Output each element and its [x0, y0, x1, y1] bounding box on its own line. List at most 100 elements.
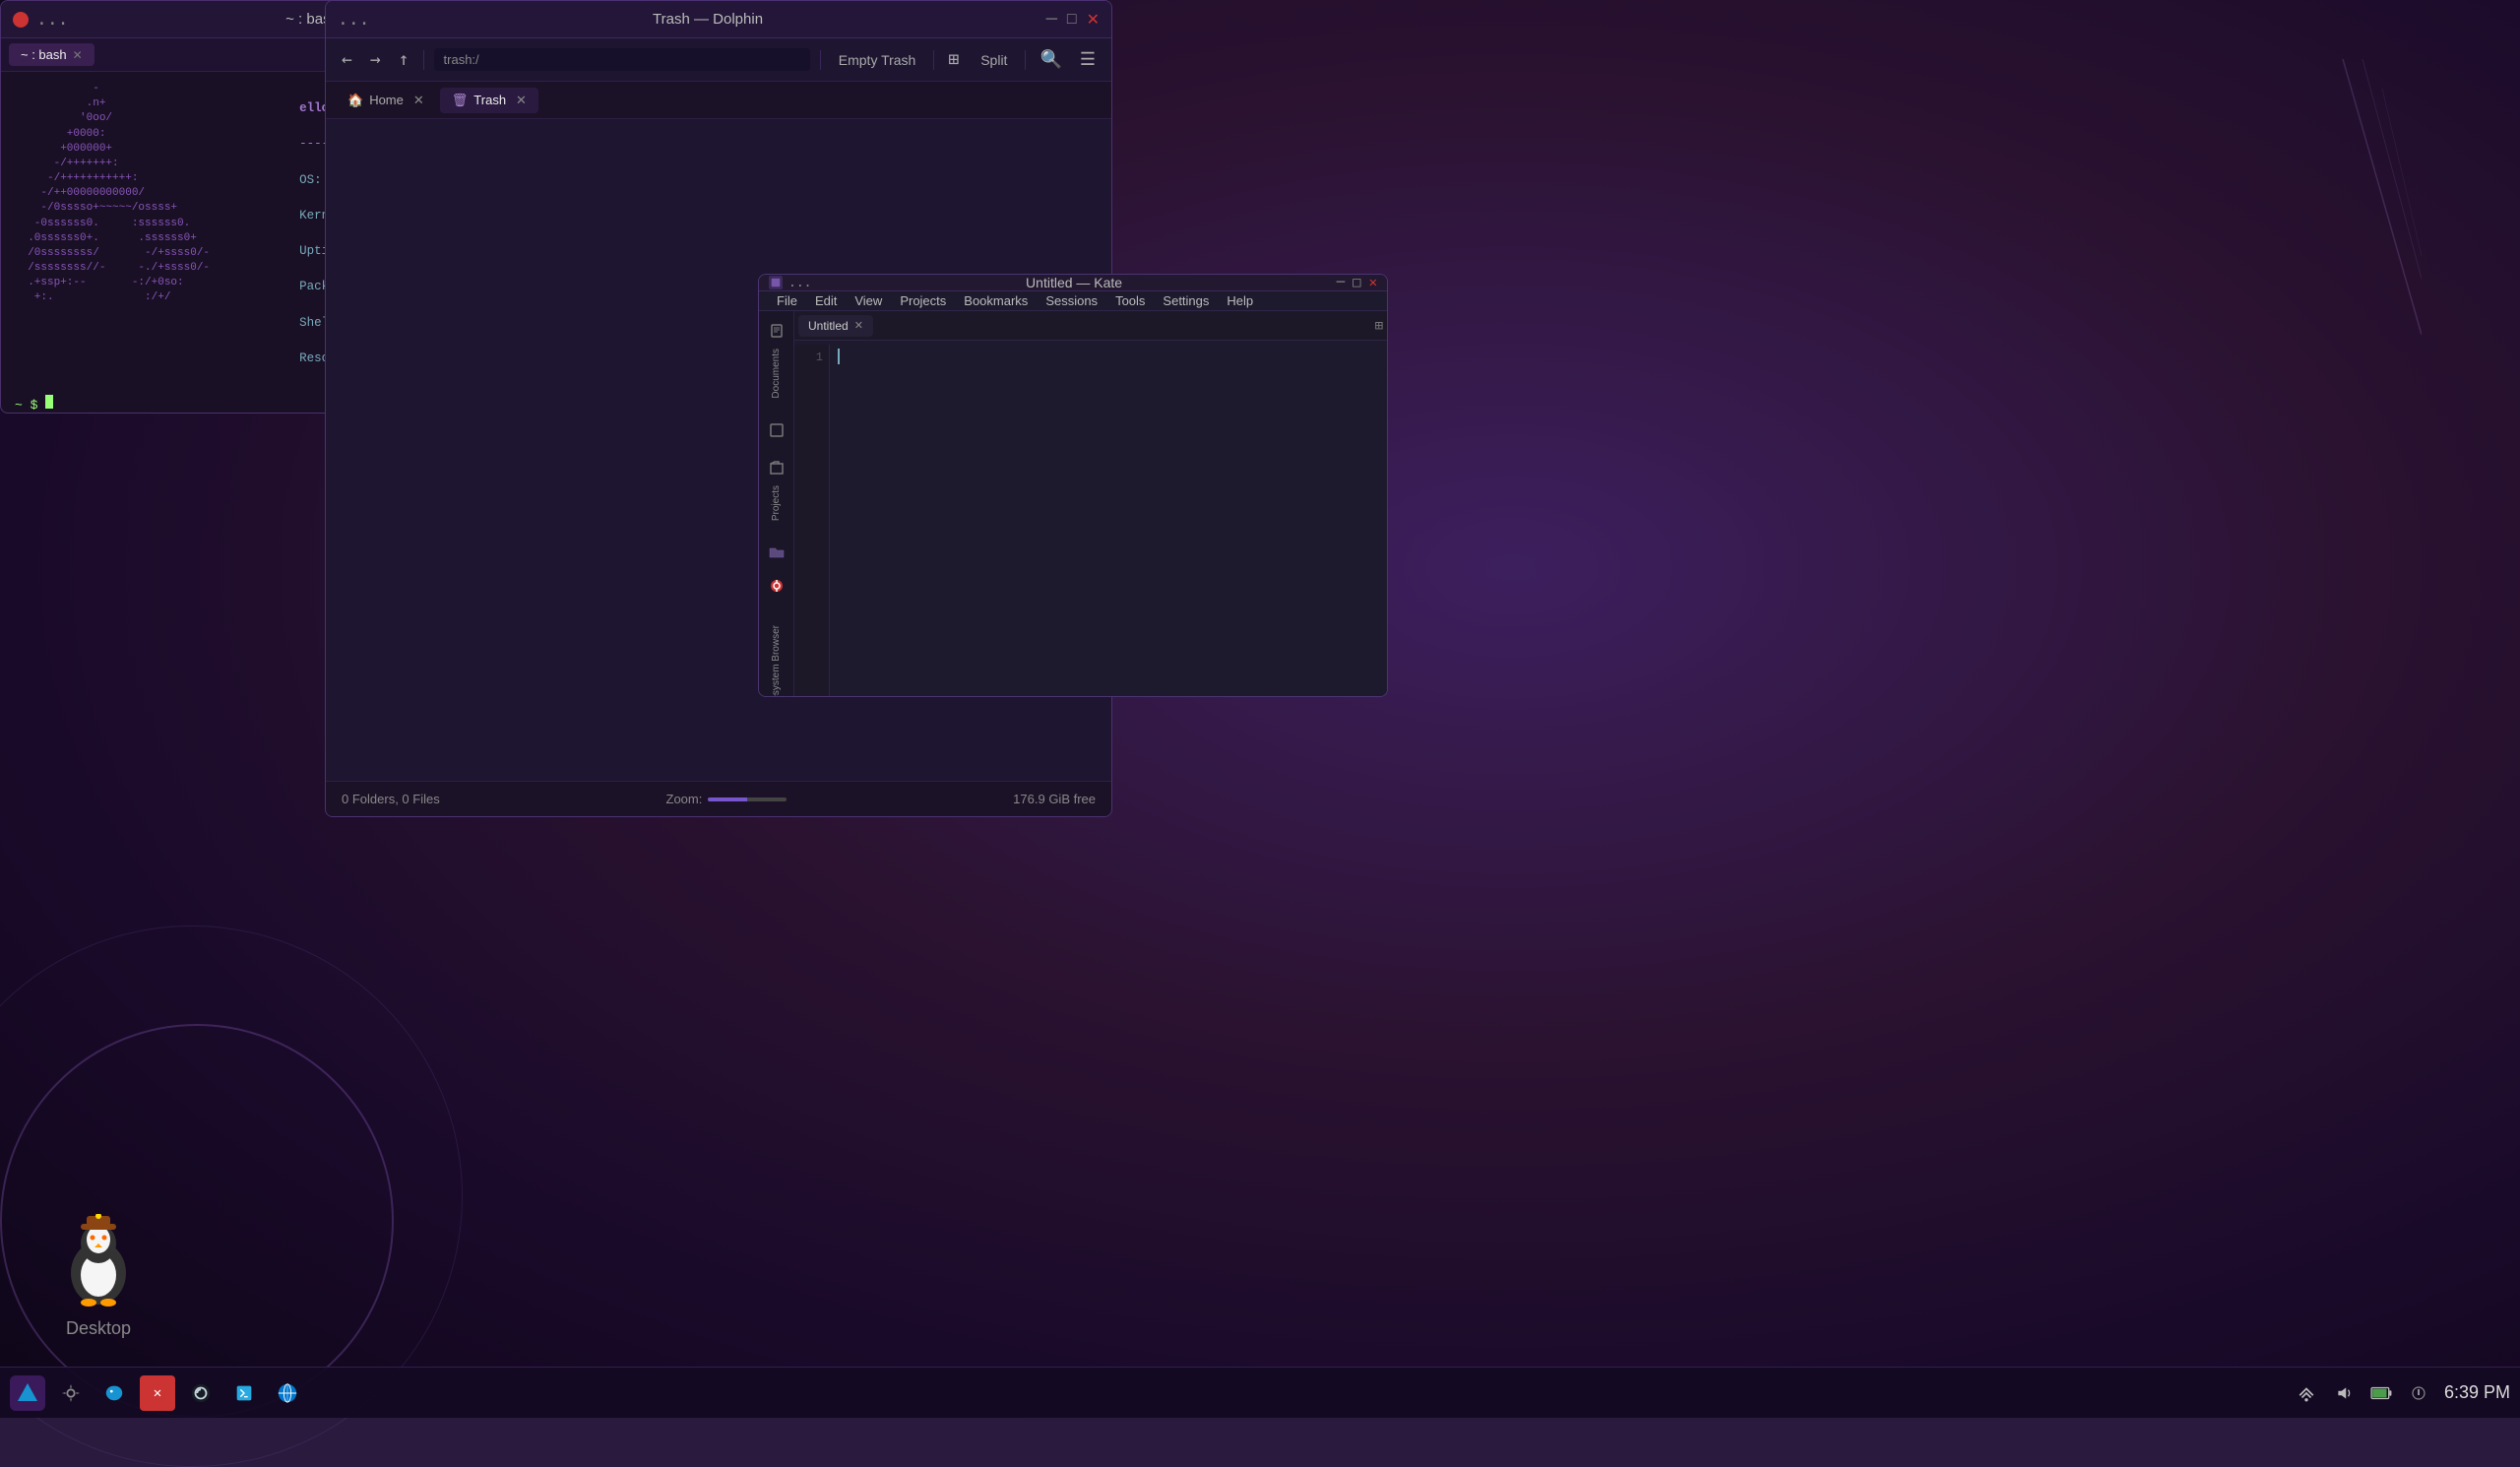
- kate-menu-tools[interactable]: Tools: [1107, 291, 1153, 310]
- split-icon[interactable]: ⊞: [944, 45, 963, 74]
- dolphin-menu-icon[interactable]: ☰: [1076, 45, 1100, 74]
- taskbar-clock: 6:39 PM: [2444, 1382, 2510, 1403]
- text-cursor: [838, 349, 840, 364]
- kate-menu-settings[interactable]: Settings: [1155, 291, 1217, 310]
- tray-pin-icon[interactable]: [2405, 1379, 2432, 1407]
- empty-trash-button[interactable]: Empty Trash: [831, 48, 924, 72]
- kate-minimize-icon[interactable]: ─: [1337, 275, 1345, 290]
- taskbar-app-launcher[interactable]: [10, 1375, 45, 1411]
- kate-tab-untitled-label: Untitled: [808, 319, 849, 333]
- kate-menu-sessions[interactable]: Sessions: [1038, 291, 1105, 310]
- konsole-tab-label: ~ : bash: [21, 47, 67, 62]
- dolphin-window-controls[interactable]: ─ □ ✕: [1046, 10, 1100, 30]
- dolphin-tab-trash-close[interactable]: ✕: [516, 93, 527, 108]
- konsole-dots-menu[interactable]: ...: [36, 9, 69, 30]
- kate-tab-untitled[interactable]: Untitled ✕: [798, 315, 873, 337]
- dolphin-title-left: ...: [338, 9, 370, 30]
- kate-sidebar-folder-icon[interactable]: [763, 539, 790, 566]
- kate-text-content[interactable]: [830, 345, 1387, 697]
- kate-menu-bookmarks[interactable]: Bookmarks: [956, 291, 1036, 310]
- kate-menu-view[interactable]: View: [847, 291, 890, 310]
- kate-sidebar-projects-icon[interactable]: [763, 454, 790, 481]
- kate-editor-area: Untitled ✕ ⊞ 1: [794, 311, 1387, 697]
- kate-tab-close[interactable]: ✕: [854, 319, 863, 332]
- kate-line-numbers: 1: [794, 345, 830, 697]
- dolphin-tab-home[interactable]: 🏠 Home ✕: [336, 88, 436, 113]
- tray-battery-icon[interactable]: [2367, 1379, 2395, 1407]
- kate-sidebar-documents-icon[interactable]: [763, 317, 790, 345]
- taskbar-close-label: ✕: [154, 1385, 161, 1401]
- dolphin-location-bar[interactable]: trash:/: [434, 48, 810, 71]
- kate-app-icon: [769, 276, 783, 289]
- kate-tab-actions: ⊞: [1375, 318, 1383, 334]
- toolbar-separator-4: [1025, 50, 1026, 70]
- tray-volume-icon[interactable]: [2330, 1379, 2358, 1407]
- kate-main-area: Documents Projects: [759, 311, 1387, 697]
- cursor: [45, 395, 53, 409]
- toolbar-separator-1: [423, 50, 424, 70]
- trash-icon: 🗑: [452, 93, 469, 108]
- taskbar-steam-icon[interactable]: [183, 1375, 219, 1411]
- split-button[interactable]: Split: [973, 48, 1015, 72]
- dolphin-dots-menu[interactable]: ...: [338, 9, 370, 30]
- dolphin-tab-trash[interactable]: 🗑 Trash ✕: [440, 88, 538, 113]
- kate-restore-icon[interactable]: □: [1353, 275, 1360, 290]
- neofetch-art: - .n+ '0oo/ +0000: +000000+ -/+++++++: -…: [15, 82, 210, 377]
- kate-sidebar-documents-label: Documents: [769, 345, 784, 403]
- konsole-tab-bash[interactable]: ~ : bash ✕: [9, 43, 94, 66]
- taskbar-browser-icon[interactable]: [270, 1375, 305, 1411]
- konsole-window-controls[interactable]: [13, 12, 29, 28]
- kate-menu-projects[interactable]: Projects: [892, 291, 954, 310]
- kate-close-icon[interactable]: ✕: [1369, 275, 1377, 290]
- kate-sidebar-fs-label: Filesystem Browser: [769, 621, 784, 697]
- dolphin-back-icon[interactable]: ←: [338, 45, 356, 74]
- dolphin-tab-home-label: Home: [369, 93, 404, 107]
- taskbar-kate-icon[interactable]: [226, 1375, 262, 1411]
- dolphin-forward-icon[interactable]: →: [366, 45, 385, 74]
- zoom-container: Zoom:: [666, 792, 788, 806]
- kate-menu-file[interactable]: File: [769, 291, 805, 310]
- konsole-tab-close[interactable]: ✕: [73, 48, 83, 62]
- taskbar-left: ✕: [10, 1375, 305, 1411]
- kate-editor[interactable]: 1: [794, 341, 1387, 697]
- taskbar-dolphin-icon[interactable]: [96, 1375, 132, 1411]
- dolphin-status-folders-files: 0 Folders, 0 Files: [342, 792, 440, 806]
- taskbar-tray: [2293, 1379, 2432, 1407]
- kate-title-left: ...: [769, 276, 811, 290]
- dolphin-maximize-icon[interactable]: □: [1067, 11, 1077, 29]
- taskbar: ✕: [0, 1367, 2520, 1418]
- taskbar-settings-icon[interactable]: [53, 1375, 89, 1411]
- dolphin-close-icon[interactable]: ✕: [1087, 10, 1100, 30]
- kate-menu-help[interactable]: Help: [1219, 291, 1261, 310]
- deco-lines: [2225, 59, 2422, 354]
- kate-menu-edit[interactable]: Edit: [807, 291, 845, 310]
- dolphin-tab-home-close[interactable]: ✕: [413, 93, 424, 108]
- zoom-label: Zoom:: [666, 792, 703, 806]
- dolphin-free-space: 176.9 GiB free: [1013, 792, 1096, 806]
- prompt-text: ~ $: [15, 398, 45, 413]
- dolphin-minimize-icon[interactable]: ─: [1046, 11, 1057, 29]
- toolbar-separator-3: [933, 50, 934, 70]
- kate-menubar: File Edit View Projects Bookmarks Sessio…: [759, 291, 1387, 311]
- toolbar-separator-2: [820, 50, 821, 70]
- kate-window-controls[interactable]: ─ □ ✕: [1337, 275, 1377, 290]
- taskbar-close-icon[interactable]: ✕: [140, 1375, 175, 1411]
- arch-logo-label: Desktop: [66, 1318, 131, 1339]
- kate-split-icon[interactable]: ⊞: [1375, 318, 1383, 334]
- zoom-slider[interactable]: [708, 797, 787, 801]
- dolphin-search-icon[interactable]: 🔍: [1036, 45, 1065, 74]
- taskbar-right: 6:39 PM: [2293, 1379, 2510, 1407]
- dolphin-window-title: Trash — Dolphin: [370, 11, 1046, 28]
- kate-tab-bar: Untitled ✕ ⊞: [794, 311, 1387, 341]
- tray-network-icon[interactable]: [2293, 1379, 2320, 1407]
- dolphin-up-icon[interactable]: ↑: [395, 45, 413, 74]
- desktop: Desktop Trash ... ~ : bash — Konsole ─ □…: [0, 0, 2520, 1418]
- kate-window: ... Untitled — Kate ─ □ ✕ File Edit View…: [758, 274, 1388, 697]
- kate-dots-menu[interactable]: ...: [788, 276, 811, 290]
- kate-sidebar-projects-label: Projects: [769, 481, 784, 525]
- kate-titlebar: ... Untitled — Kate ─ □ ✕: [759, 275, 1387, 291]
- kate-sidebar-git-icon[interactable]: [763, 572, 790, 600]
- dolphin-titlebar: ... Trash — Dolphin ─ □ ✕: [326, 1, 1111, 38]
- kate-sidebar-icon2[interactable]: [763, 416, 790, 444]
- konsole-close-button[interactable]: [13, 12, 29, 28]
